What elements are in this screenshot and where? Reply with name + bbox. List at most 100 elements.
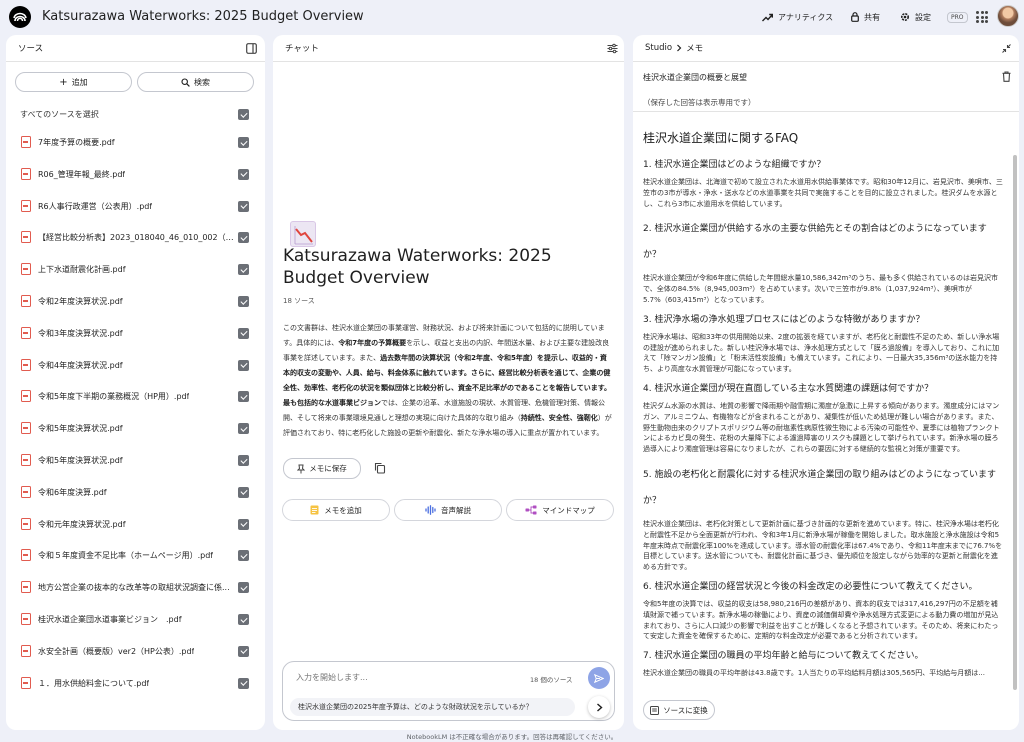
source-checkbox[interactable] bbox=[238, 455, 249, 466]
source-checkbox[interactable] bbox=[238, 232, 249, 244]
source-item[interactable]: 7年度予算の概要.pdf bbox=[6, 127, 265, 159]
add-source-button[interactable]: + 追加 bbox=[15, 72, 132, 92]
source-checkbox[interactable] bbox=[238, 137, 249, 148]
pdf-icon bbox=[21, 167, 31, 180]
source-checkbox[interactable] bbox=[238, 486, 249, 498]
convert-to-source-button[interactable]: ソースに変換 bbox=[643, 700, 715, 720]
pdf-icon bbox=[21, 454, 31, 466]
source-label: 令和５年度資金不足比率（ホームページ用）.pdf bbox=[38, 551, 214, 561]
pdf-icon bbox=[21, 136, 31, 148]
collapse-panel-icon[interactable] bbox=[246, 43, 257, 54]
lock-icon bbox=[851, 12, 859, 22]
mind-map-button[interactable]: マインドマップ bbox=[506, 499, 614, 521]
convert-icon bbox=[650, 705, 660, 715]
source-checkbox[interactable] bbox=[238, 264, 249, 276]
trash-icon[interactable] bbox=[1002, 71, 1011, 82]
source-item[interactable]: 水安全計画（概要版）ver2（HP公表）.pdf bbox=[6, 636, 265, 668]
source-checkbox[interactable] bbox=[238, 200, 249, 212]
pdf-icon bbox=[21, 358, 31, 371]
source-item[interactable]: 令和5年度下半期の業務概況（HP用）.pdf bbox=[6, 381, 265, 413]
chat-input[interactable] bbox=[296, 673, 516, 682]
source-label: R6人事行政運営（公表用）.pdf bbox=[38, 201, 153, 211]
pin-icon bbox=[297, 464, 306, 473]
source-item[interactable]: R6人事行政運営（公表用）.pdf bbox=[6, 191, 265, 223]
source-label: 桂沢水道企業団水道事業ビジョン .pdf bbox=[38, 615, 182, 624]
source-label: 令和3年度決算状況.pdf bbox=[38, 328, 123, 338]
chat-settings-icon[interactable] bbox=[607, 43, 618, 54]
source-item[interactable]: 令和2年度決算状況.pdf bbox=[6, 286, 265, 318]
source-label: 【経営比較分析表】2023_018040_46_010_002（桂... bbox=[38, 233, 234, 243]
pdf-icon bbox=[21, 549, 31, 562]
faq-question: 1. 桂沢水道企業団はどのような組織ですか？ bbox=[643, 160, 826, 170]
footer-disclaimer: NotebookLM は不正確な場合があります。回答は再確認してください。 bbox=[406, 733, 618, 741]
share-label: 共有 bbox=[864, 12, 880, 22]
source-item[interactable]: 地方公営企業の抜本的な改革等の取組状況調査に係... bbox=[6, 572, 265, 604]
memo-body: 桂沢水道企業団に関するFAQ 1. 桂沢水道企業団はどのような組織ですか？ 桂沢水… bbox=[633, 112, 1013, 687]
suggested-question[interactable]: 桂沢水道企業団の2025年度予算は、どのような財政状況を示しているか？ bbox=[290, 698, 575, 716]
source-item[interactable]: 令和５年度資金不足比率（ホームページ用）.pdf bbox=[6, 540, 265, 572]
mind-map-icon bbox=[525, 505, 537, 515]
source-label: 令和5年度決算状況.pdf bbox=[38, 456, 123, 465]
settings-label: 設定 bbox=[915, 12, 931, 22]
audio-overview-button[interactable]: 音声解説 bbox=[394, 499, 502, 521]
save-to-memo-button[interactable]: メモに保存 bbox=[283, 458, 361, 479]
source-item[interactable]: 令和4年度決算状況.pdf bbox=[6, 350, 265, 382]
source-checkbox[interactable] bbox=[238, 327, 249, 339]
source-label: 地方公営企業の抜本的な改革等の取組状況調査に係... bbox=[38, 583, 230, 593]
source-item[interactable]: 令和5年度決算状況.pdf bbox=[6, 413, 265, 445]
notebooklm-logo-icon[interactable] bbox=[9, 6, 31, 28]
memo-scrollbar[interactable] bbox=[1013, 155, 1017, 690]
top-bar: Katsurazawa Waterworks: 2025 Budget Over… bbox=[0, 0, 1024, 34]
select-all-checkbox[interactable] bbox=[238, 109, 249, 120]
source-checkbox[interactable] bbox=[238, 550, 249, 562]
source-item[interactable]: 桂沢水道企業団水道事業ビジョン .pdf bbox=[6, 604, 265, 636]
pdf-icon bbox=[21, 676, 31, 689]
select-all-label: すべてのソースを選択 bbox=[20, 110, 99, 119]
source-checkbox[interactable] bbox=[238, 423, 249, 435]
search-sources-label: 検索 bbox=[194, 77, 210, 87]
source-label: 7年度予算の概要.pdf bbox=[38, 138, 115, 147]
source-item[interactable]: １．用水供給料金について.pdf bbox=[6, 668, 265, 700]
settings-button[interactable]: 設定 bbox=[900, 8, 931, 26]
notebook-summary: この文書群は、桂沢水道企業団の事業運営、財務状況、および将来計画について包括的に… bbox=[283, 321, 613, 441]
chat-header: チャット bbox=[273, 35, 624, 62]
source-item[interactable]: 【経営比較分析表】2023_018040_46_010_002（桂... bbox=[6, 222, 265, 254]
faq-answer: 令和5年度の決算では、収益的収支は58,980,216円の差額があり、資本的収支… bbox=[643, 599, 999, 641]
source-item[interactable]: 令和6年度決算.pdf bbox=[6, 477, 265, 509]
send-button[interactable] bbox=[588, 667, 610, 689]
source-checkbox[interactable] bbox=[238, 168, 249, 180]
source-item[interactable]: 令和3年度決算状況.pdf bbox=[6, 318, 265, 350]
source-checkbox[interactable] bbox=[238, 614, 249, 625]
source-label: 水安全計画（概要版）ver2（HP公表）.pdf bbox=[38, 646, 195, 656]
pdf-icon bbox=[21, 231, 31, 244]
source-label: 上下水道耐震化計画.pdf bbox=[38, 265, 126, 275]
source-item[interactable]: 令和元年度決算状況.pdf bbox=[6, 509, 265, 541]
source-checkbox[interactable] bbox=[238, 582, 249, 594]
collapse-icon[interactable] bbox=[1002, 44, 1011, 53]
next-suggestion-button[interactable] bbox=[588, 696, 610, 718]
source-checkbox[interactable] bbox=[238, 391, 249, 403]
source-label: R06_管理年報_最終.pdf bbox=[38, 169, 126, 179]
source-checkbox[interactable] bbox=[238, 677, 249, 689]
source-checkbox[interactable] bbox=[238, 296, 249, 307]
source-checkbox[interactable] bbox=[238, 359, 249, 371]
analytics-button[interactable]: アナリティクス bbox=[762, 8, 833, 26]
faq-heading: 桂沢水道企業団に関するFAQ bbox=[643, 131, 799, 145]
source-item[interactable]: 上下水道耐震化計画.pdf bbox=[6, 254, 265, 286]
pdf-icon bbox=[21, 295, 31, 307]
share-button[interactable]: 共有 bbox=[851, 8, 880, 26]
avatar[interactable] bbox=[997, 5, 1019, 27]
source-label: 令和6年度決算.pdf bbox=[38, 487, 107, 497]
source-item[interactable]: 令和5年度決算状況.pdf bbox=[6, 445, 265, 477]
breadcrumb-studio[interactable]: Studio bbox=[645, 43, 672, 53]
add-memo-button[interactable]: メモを追加 bbox=[282, 499, 390, 521]
source-checkbox[interactable] bbox=[238, 645, 249, 657]
copy-icon[interactable] bbox=[374, 462, 386, 474]
source-item[interactable]: R06_管理年報_最終.pdf bbox=[6, 159, 265, 191]
search-sources-button[interactable]: 検索 bbox=[137, 72, 254, 92]
source-checkbox[interactable] bbox=[238, 518, 249, 530]
notebook-title[interactable]: Katsurazawa Waterworks: 2025 Budget Over… bbox=[42, 9, 364, 24]
apps-grid-icon[interactable] bbox=[976, 11, 988, 23]
source-label: 令和2年度決算状況.pdf bbox=[38, 297, 123, 306]
faq-answer: 桂沢水道企業団の職員の平均年齢は43.8歳です。1人当たりの平均給料月額は305… bbox=[643, 669, 985, 678]
